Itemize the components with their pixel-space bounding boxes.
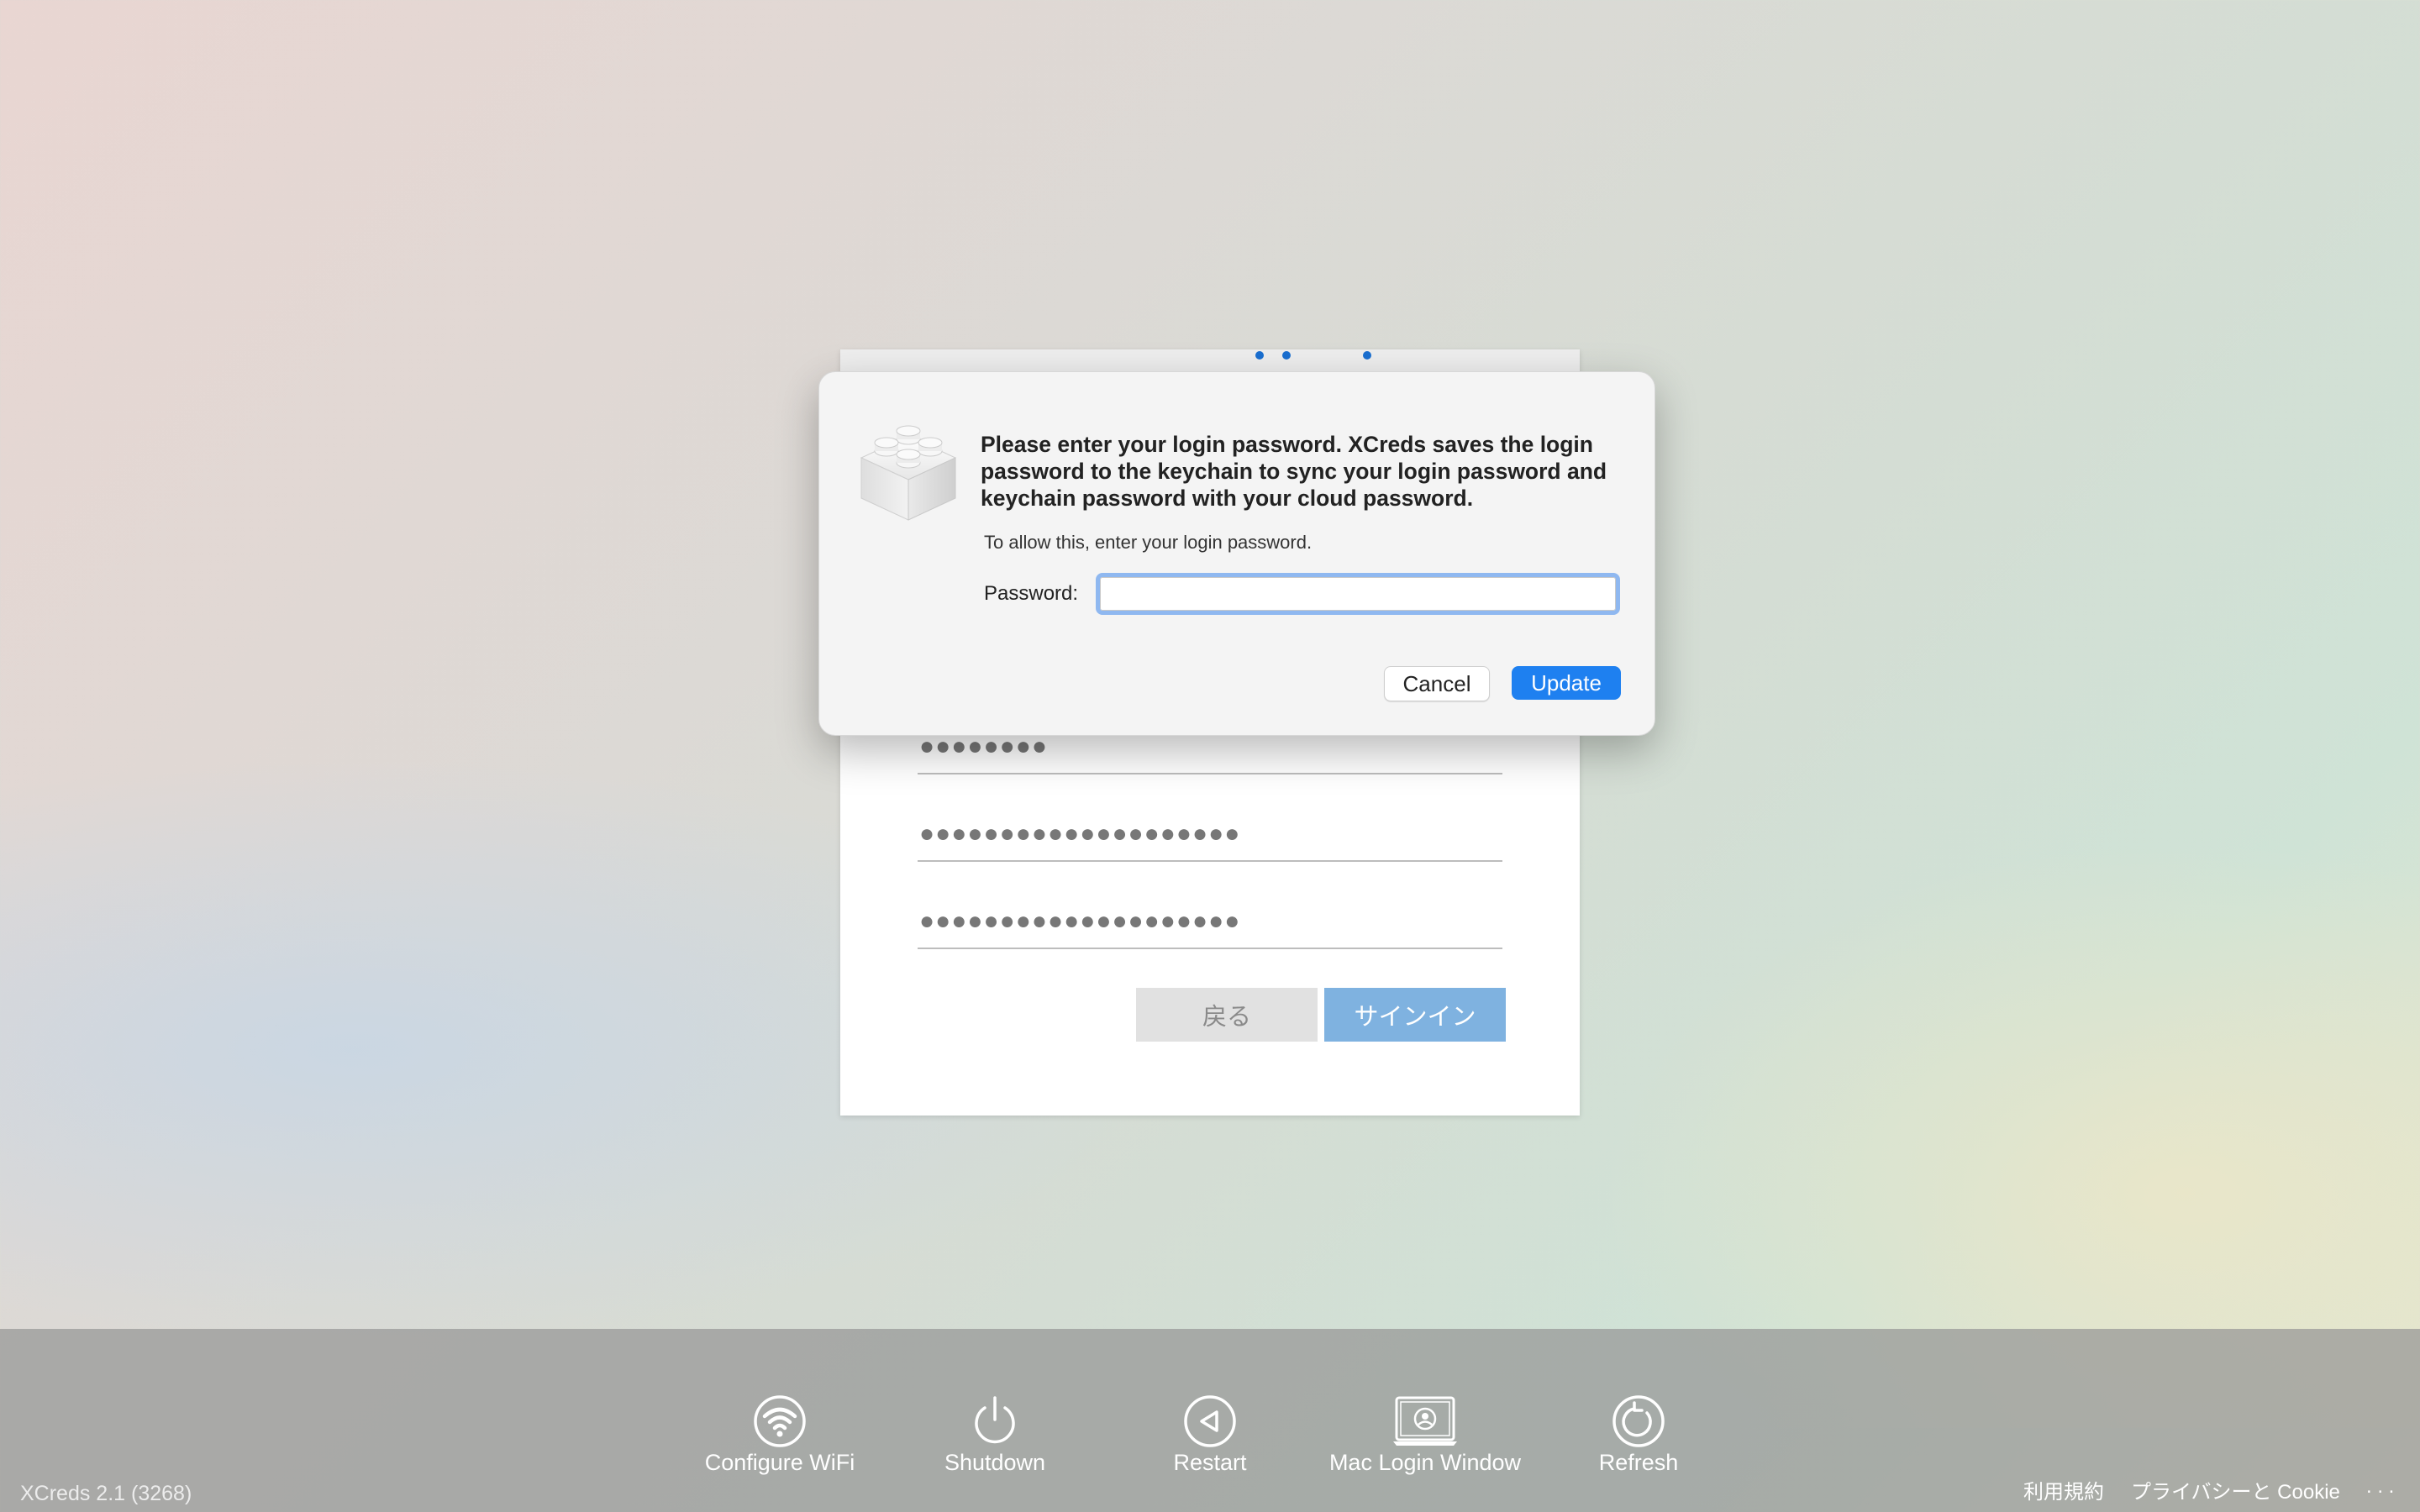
wifi-icon xyxy=(754,1395,806,1447)
confirm-password-mask: ●●●●●●●●●●●●●●●●●●●● xyxy=(919,907,1241,935)
new-password-field[interactable]: ●●●●●●●●●●●●●●●●●●●● xyxy=(918,806,1502,862)
shutdown-button[interactable]: Shutdown xyxy=(894,1394,1096,1476)
cancel-button[interactable]: Cancel xyxy=(1384,666,1490,701)
configure-wifi-label: Configure WiFi xyxy=(704,1450,855,1475)
new-password-mask: ●●●●●●●●●●●●●●●●●●●● xyxy=(919,820,1241,848)
password-input[interactable] xyxy=(1096,573,1620,615)
refresh-label: Refresh xyxy=(1598,1450,1679,1475)
current-password-mask: ●●●●●●●● xyxy=(919,732,1048,760)
version-label: XCreds 2.1 (3268) xyxy=(20,1482,192,1505)
more-options-link[interactable]: . . . xyxy=(2366,1475,2394,1499)
mac-login-window-label: Mac Login Window xyxy=(1328,1450,1522,1475)
configure-wifi-button[interactable]: Configure WiFi xyxy=(679,1394,881,1476)
dialog-title: Please enter your login password. XCreds… xyxy=(981,432,1607,511)
lego-brick-icon xyxy=(856,419,960,523)
update-button[interactable]: Update xyxy=(1512,666,1621,700)
restart-label: Restart xyxy=(1173,1450,1247,1475)
power-icon xyxy=(975,1396,1015,1444)
password-dialog: Please enter your login password. XCreds… xyxy=(818,371,1655,736)
restart-icon xyxy=(1184,1395,1236,1447)
terms-link[interactable]: 利用規約 xyxy=(2023,1475,2104,1504)
signin-button[interactable]: サインイン xyxy=(1324,988,1506,1042)
password-label: Password: xyxy=(984,582,1079,605)
loading-dot xyxy=(1255,351,1264,360)
mac-login-window-button[interactable]: Mac Login Window xyxy=(1324,1394,1526,1476)
login-window-icon xyxy=(1393,1396,1457,1446)
back-button[interactable]: 戻る xyxy=(1136,988,1318,1042)
loading-dot xyxy=(1282,351,1291,360)
shutdown-label: Shutdown xyxy=(944,1450,1046,1475)
dialog-subtitle: To allow this, enter your login password… xyxy=(984,532,1313,553)
refresh-icon xyxy=(1612,1395,1665,1447)
bottom-toolbar: Configure WiFi Shutdown Restart Mac Logi… xyxy=(0,1329,2420,1512)
restart-button[interactable]: Restart xyxy=(1109,1394,1311,1476)
loading-dot xyxy=(1363,351,1371,360)
confirm-password-field[interactable]: ●●●●●●●●●●●●●●●●●●●● xyxy=(918,894,1502,949)
refresh-button[interactable]: Refresh xyxy=(1538,1394,1739,1476)
privacy-cookie-link[interactable]: プライバシーと Cookie xyxy=(2131,1475,2340,1504)
loading-strip xyxy=(840,349,1580,373)
